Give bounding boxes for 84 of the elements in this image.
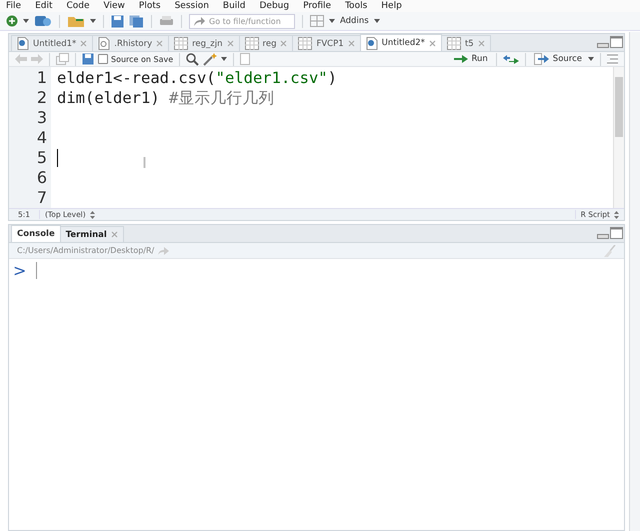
folder-icon[interactable]: [67, 14, 85, 28]
project-icon[interactable]: [34, 14, 52, 28]
line-number: 4: [36, 128, 48, 148]
close-icon[interactable]: [226, 40, 234, 47]
menu-item[interactable]: Help: [381, 0, 402, 12]
updown-icon[interactable]: [614, 210, 619, 219]
console-prompt: >: [13, 260, 26, 280]
menu-item[interactable]: Debug: [260, 0, 290, 12]
console-tab[interactable]: Console: [11, 225, 61, 242]
close-icon[interactable]: [80, 40, 88, 47]
line-number: 1: [36, 68, 48, 88]
close-icon[interactable]: [156, 40, 164, 47]
document-icon[interactable]: [240, 53, 250, 66]
line-number: 5: [36, 148, 48, 168]
code-text: ): [328, 68, 337, 88]
text-cursor: [36, 262, 38, 278]
caret-icon[interactable]: [588, 57, 594, 62]
run-arrow-icon[interactable]: [454, 55, 468, 64]
code-comment: #显示几行几列: [168, 88, 274, 108]
run-button[interactable]: Run: [452, 54, 490, 64]
working-directory-path: C:/Users/Administrator/Desktop/R/: [17, 246, 154, 255]
editor-tab[interactable]: .Rhistory: [92, 35, 170, 51]
menu-item[interactable]: View: [104, 0, 125, 12]
magic-wand-icon[interactable]: [203, 52, 218, 66]
maximize-icon[interactable]: [610, 227, 623, 239]
close-icon[interactable]: [478, 40, 485, 47]
caret-icon[interactable]: [329, 19, 335, 23]
editor-tab[interactable]: Untitled1*: [11, 35, 94, 51]
arrow-icon[interactable]: [194, 16, 205, 26]
caret-icon[interactable]: [90, 19, 96, 23]
source-button[interactable]: Source: [532, 53, 584, 66]
menu-item[interactable]: Tools: [345, 0, 368, 12]
editor-tab[interactable]: reg_zjn: [168, 35, 240, 51]
table-icon[interactable]: [244, 37, 259, 50]
caret-icon[interactable]: [374, 19, 380, 23]
menu-item[interactable]: Profile: [303, 0, 332, 12]
rerun-icon[interactable]: [502, 54, 519, 64]
script-file-icon[interactable]: [366, 36, 378, 50]
caret-icon[interactable]: [221, 57, 228, 62]
forward-arrow-icon[interactable]: [31, 54, 43, 64]
string-literal: "elder1.csv": [216, 68, 328, 88]
print-icon[interactable]: [159, 14, 174, 28]
go-to-file-field[interactable]: Go to file/function: [189, 14, 295, 28]
line-number: 2: [36, 88, 48, 108]
line-number: 3: [36, 108, 48, 128]
table-icon[interactable]: [298, 37, 312, 50]
save-icon[interactable]: [111, 14, 124, 28]
close-icon[interactable]: [110, 231, 118, 238]
code-text: elder1<-read.csv(: [57, 68, 216, 88]
close-icon[interactable]: [280, 40, 288, 47]
addins-menu[interactable]: Addins: [340, 16, 369, 26]
history-file-icon[interactable]: [98, 37, 110, 50]
editor-tab[interactable]: Untitled2*: [360, 34, 442, 51]
editor-tab[interactable]: t5: [440, 35, 491, 51]
source-on-save-checkbox[interactable]: Source on Save: [98, 54, 174, 64]
editor-tab[interactable]: reg: [238, 35, 294, 51]
grid-icon[interactable]: [310, 15, 324, 27]
source-arrow-icon[interactable]: [534, 53, 550, 66]
caret-icon[interactable]: [23, 19, 29, 23]
line-number: 7: [36, 188, 48, 208]
menu-item[interactable]: Build: [222, 0, 246, 12]
plus-icon[interactable]: [6, 15, 18, 27]
window-icon[interactable]: [56, 53, 69, 66]
close-icon[interactable]: [348, 40, 355, 47]
menu-item[interactable]: Code: [66, 0, 90, 12]
code-text: dim(elder1): [57, 88, 161, 108]
console-tab[interactable]: Terminal: [60, 226, 124, 242]
table-icon[interactable]: [446, 37, 461, 50]
scrollbar[interactable]: [613, 67, 624, 208]
menu-item[interactable]: File: [6, 0, 22, 12]
menu-item[interactable]: Session: [174, 0, 209, 12]
close-icon[interactable]: [428, 40, 436, 46]
script-file-icon[interactable]: [17, 37, 29, 50]
outline-icon[interactable]: [607, 54, 618, 64]
save-all-icon[interactable]: [129, 14, 144, 28]
menu-item[interactable]: Edit: [35, 0, 52, 12]
updown-icon[interactable]: [90, 210, 95, 219]
menu-item[interactable]: Plots: [138, 0, 161, 12]
maximize-icon[interactable]: [610, 36, 623, 48]
editor-tab[interactable]: FVCP1: [292, 35, 361, 51]
line-number: 6: [36, 168, 48, 188]
save-icon[interactable]: [82, 53, 94, 66]
back-arrow-icon[interactable]: [15, 54, 27, 64]
search-icon[interactable]: [186, 52, 200, 66]
